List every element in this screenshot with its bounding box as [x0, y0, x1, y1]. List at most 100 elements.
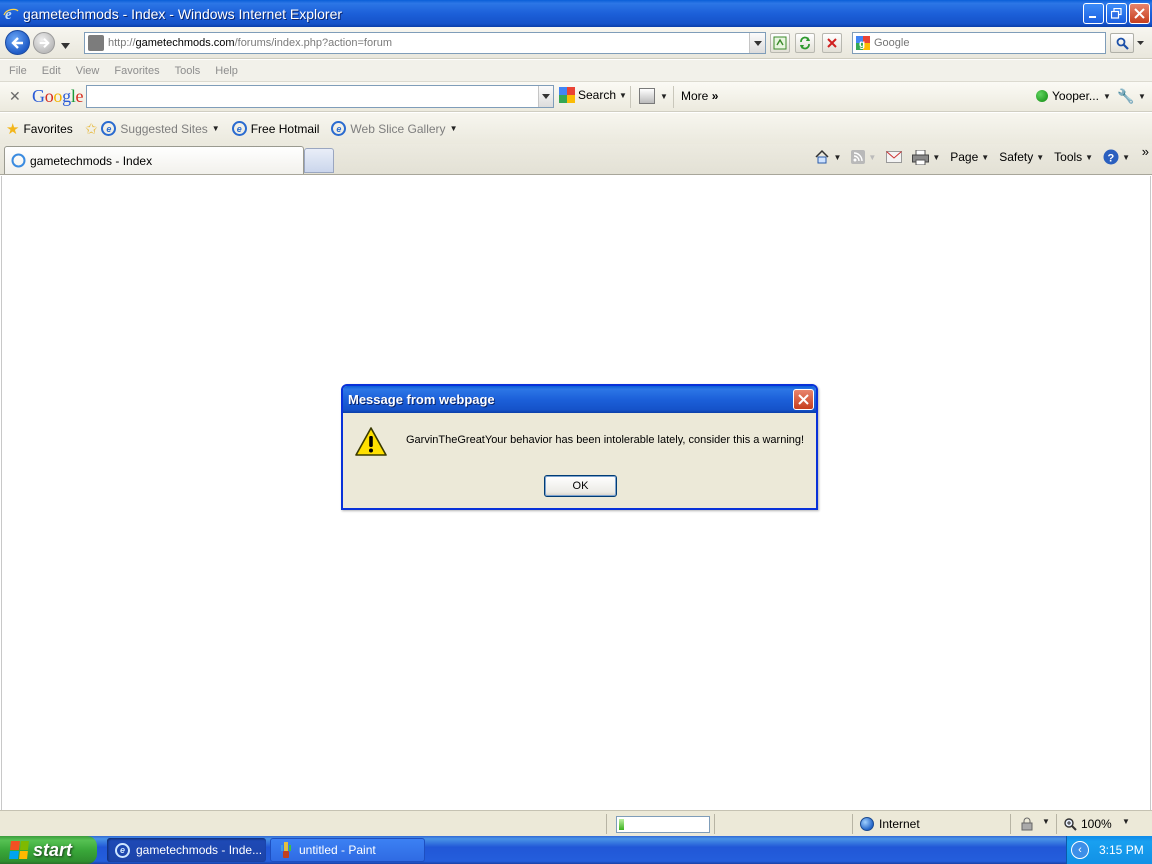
mail-icon [886, 151, 903, 163]
start-button[interactable]: start [0, 836, 97, 864]
more-button[interactable]: More » [681, 89, 718, 103]
dialog-title: Message from webpage [348, 392, 495, 407]
mail-button[interactable] [886, 151, 903, 163]
restore-button[interactable] [1106, 3, 1127, 24]
message-dialog: Message from webpage GarvinTheGreatYour … [341, 384, 818, 510]
tab-gametechmods[interactable]: gametechmods - Index [4, 146, 304, 174]
ie-icon: e [115, 842, 130, 858]
chevron-down-icon: ▼ [868, 152, 877, 162]
help-menu-button[interactable]: ? ▼ [1103, 149, 1130, 165]
magnifier-icon [1116, 37, 1129, 50]
web-slice-gallery-link[interactable]: e Web Slice Gallery ▼ [331, 121, 457, 136]
google-search-button[interactable]: Search ▼ [559, 87, 627, 103]
favorites-button[interactable]: ★ Favorites [6, 120, 73, 138]
zoom-icon [1064, 817, 1077, 831]
search-input[interactable] [874, 37, 1094, 49]
address-bar[interactable]: http://gametechmods.com/forums/index.php… [84, 32, 766, 54]
url-prefix: http:// [108, 37, 136, 49]
new-tab-button[interactable] [304, 148, 334, 173]
clock[interactable]: 3:15 PM [1099, 843, 1144, 857]
close-icon [798, 394, 809, 405]
home-button[interactable]: ▼ [814, 149, 841, 165]
toolbar-divider [673, 86, 674, 108]
wrench-icon[interactable]: 🔧 [1117, 88, 1134, 105]
refresh-button[interactable] [795, 33, 815, 53]
chevron-down-icon[interactable]: ▼ [660, 92, 668, 101]
favorites-label: Favorites [23, 121, 73, 136]
add-star-icon: ✩ [84, 120, 98, 138]
stop-button[interactable] [822, 33, 842, 53]
tab-row: gametechmods - Index ▼ ▼ ▼ Page ▼ Safety… [0, 144, 1152, 175]
menu-help[interactable]: Help [215, 65, 238, 77]
zoom-button[interactable]: 100% [1064, 817, 1112, 831]
chevron-down-icon: ▼ [1122, 152, 1130, 162]
status-bar: Internet ▼ 100% ▼ [0, 810, 1152, 836]
user-label: Yooper... [1052, 89, 1099, 103]
add-favorite-button[interactable]: ✩ [85, 120, 98, 138]
tools-menu-button[interactable]: Tools ▼ [1054, 150, 1093, 164]
menu-favorites[interactable]: Favorites [114, 65, 159, 77]
menu-file[interactable]: File [9, 65, 27, 77]
google-toolbar: ✕ Google Search ▼ ▼ More » Yooper... ▼ 🔧… [0, 82, 1152, 112]
tools-menu-label: Tools [1054, 150, 1083, 164]
chevron-down-icon: ▼ [981, 152, 990, 162]
star-icon: ★ [6, 120, 20, 138]
close-window-button[interactable] [1129, 3, 1150, 24]
menu-tools[interactable]: Tools [175, 65, 201, 77]
chevron-down-icon [1136, 41, 1144, 45]
toolbar-button-icon[interactable] [639, 88, 655, 104]
security-zone[interactable]: Internet [860, 817, 920, 831]
web-slice-gallery-label: Web Slice Gallery [350, 121, 446, 136]
system-tray: ‹ 3:15 PM [1066, 836, 1152, 864]
suggested-sites-link[interactable]: e Suggested Sites ▼ [101, 121, 220, 136]
close-icon [1134, 8, 1145, 19]
search-go-button[interactable] [1110, 33, 1134, 53]
menu-view[interactable]: View [76, 65, 100, 77]
dialog-close-button[interactable] [793, 389, 814, 410]
status-divider [1010, 814, 1011, 834]
ie-icon: e [3, 6, 19, 22]
double-chevron-icon[interactable]: » [1142, 144, 1149, 159]
url-path: /forums/index.php?action=forum [234, 37, 393, 49]
feeds-button[interactable]: ▼ [851, 150, 876, 164]
taskbar-item-ie[interactable]: e gametechmods - Inde... [107, 838, 266, 862]
menu-edit[interactable]: Edit [42, 65, 61, 77]
start-label: start [33, 839, 73, 860]
suggested-sites-label: Suggested Sites [120, 121, 208, 136]
warning-icon [355, 427, 387, 456]
safety-menu-button[interactable]: Safety ▼ [999, 150, 1044, 164]
address-url[interactable]: http://gametechmods.com/forums/index.php… [108, 37, 392, 49]
stop-icon [827, 38, 837, 48]
user-menu[interactable]: Yooper... ▼ [1036, 89, 1111, 103]
chevron-left-icon[interactable]: ‹ [1071, 841, 1089, 859]
chevron-down-icon: ▼ [1042, 817, 1050, 826]
google-search-field[interactable] [86, 85, 554, 108]
taskbar-item-paint[interactable]: untitled - Paint [270, 838, 425, 862]
chevron-down-icon: ▼ [833, 152, 842, 162]
progress-bar [616, 816, 710, 833]
chevron-down-icon [753, 40, 762, 46]
progress-fill [619, 819, 625, 830]
ok-button[interactable]: OK [544, 475, 617, 497]
forward-button[interactable] [33, 32, 55, 54]
page-menu-button[interactable]: Page ▼ [950, 150, 989, 164]
search-options-dropdown[interactable] [1135, 33, 1145, 53]
compatibility-icon [773, 36, 787, 50]
dialog-title-bar[interactable]: Message from webpage [343, 386, 816, 413]
compatibility-view-button[interactable] [770, 33, 790, 53]
back-button[interactable] [5, 30, 30, 55]
zoom-dropdown-icon[interactable]: ▼ [1122, 817, 1130, 826]
free-hotmail-link[interactable]: e Free Hotmail [231, 121, 319, 136]
address-dropdown-button[interactable] [749, 33, 765, 53]
print-button[interactable]: ▼ [912, 149, 940, 165]
recent-pages-dropdown[interactable] [61, 38, 70, 52]
double-chevron-icon: » [711, 89, 719, 103]
window-title-bar[interactable]: e gametechmods - Index - Windows Interne… [0, 0, 1152, 27]
help-icon: ? [1103, 149, 1119, 165]
minimize-button[interactable] [1083, 3, 1104, 24]
protected-mode-button[interactable]: ▼ [1018, 817, 1050, 831]
google-search-dropdown[interactable] [538, 86, 553, 107]
search-box[interactable]: g [852, 32, 1106, 54]
close-toolbar-icon[interactable]: ✕ [9, 88, 21, 105]
chevron-down-icon[interactable]: ▼ [1138, 92, 1146, 101]
